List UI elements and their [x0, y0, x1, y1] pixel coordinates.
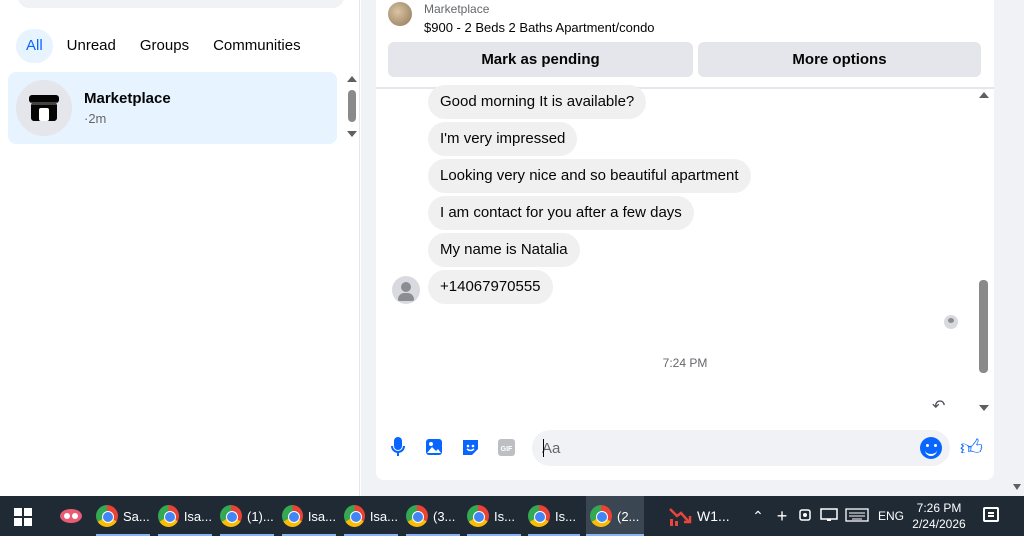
taskbar-chrome-window[interactable]: Is...	[467, 496, 521, 536]
chrome-icon	[406, 505, 428, 527]
chrome-icon	[590, 505, 612, 527]
listing-source: Marketplace	[424, 2, 490, 16]
chrome-icon	[282, 505, 303, 527]
taskbar-chrome-window-active[interactable]: (2...	[586, 496, 644, 536]
filter-unread[interactable]: Unread	[57, 29, 126, 63]
page-scroll-down-arrow-icon[interactable]	[1013, 484, 1021, 490]
emoji-icon[interactable]	[920, 437, 942, 459]
scroll-down-arrow-icon[interactable]	[347, 131, 357, 137]
display-icon[interactable]	[816, 507, 842, 525]
conversation-item-marketplace[interactable]: Marketplace ·2m	[8, 72, 337, 144]
chat-scrollbar[interactable]	[976, 90, 992, 420]
message-bubble[interactable]: Good morning It is available?	[428, 85, 647, 119]
stock-down-icon	[669, 508, 692, 526]
chevron-up-icon[interactable]: ⌃	[748, 508, 768, 525]
message-timestamp: 7:24 PM	[662, 356, 708, 370]
filter-all[interactable]: All	[16, 29, 53, 63]
taskbar-chrome-window[interactable]: Isa...	[282, 496, 336, 536]
plus-icon[interactable]: +	[770, 506, 794, 527]
listing-thumbnail[interactable]	[388, 2, 412, 26]
clock-time: 7:26 PM	[916, 501, 962, 515]
message-input[interactable]	[542, 430, 902, 466]
svg-text:GIF: GIF	[500, 446, 512, 453]
chat-panel: Marketplace $900 - 2 Beds 2 Baths Apartm…	[361, 0, 1024, 496]
search-bar[interactable]	[18, 0, 344, 8]
message-input-wrapper[interactable]	[532, 430, 950, 466]
more-options-button[interactable]: More options	[698, 42, 981, 77]
marketplace-avatar	[16, 80, 72, 136]
windows-taskbar: Sa... Isa... (1)... Isa... Isa... (3... …	[0, 496, 1024, 536]
chrome-icon	[467, 505, 489, 527]
chrome-icon	[528, 505, 550, 527]
list-scrollbar[interactable]	[344, 72, 360, 144]
filter-groups[interactable]: Groups	[130, 29, 199, 63]
message-bubble[interactable]: +14067970555	[428, 270, 553, 304]
message-bubble[interactable]: Looking very nice and so beautiful apart…	[428, 159, 751, 193]
clock-date: 2/24/2026	[912, 517, 966, 531]
chat-window: Marketplace $900 - 2 Beds 2 Baths Apartm…	[376, 0, 994, 480]
system-tray: ⌃ + ENG	[748, 496, 904, 536]
scroll-thumb[interactable]	[979, 280, 988, 373]
taskbar-chrome-window[interactable]: Isa...	[158, 496, 212, 536]
scroll-up-arrow-icon[interactable]	[347, 76, 357, 82]
conversation-name: Marketplace	[84, 90, 171, 107]
snipping-tool-icon[interactable]	[58, 496, 84, 536]
photo-icon[interactable]	[423, 436, 445, 458]
scroll-down-arrow-icon[interactable]	[979, 405, 989, 411]
windows-start-icon[interactable]	[14, 508, 32, 526]
filter-communities[interactable]: Communities	[203, 29, 311, 63]
keyboard-icon[interactable]	[842, 507, 872, 525]
language-indicator[interactable]: ENG	[878, 509, 904, 523]
gif-icon[interactable]: GIF	[495, 436, 517, 458]
scroll-thumb[interactable]	[348, 90, 356, 122]
message-list: Good morning It is available? I'm very i…	[376, 85, 994, 420]
taskbar-chrome-window[interactable]: Sa...	[96, 496, 150, 536]
seen-indicator-avatar	[944, 315, 958, 329]
chrome-icon	[344, 505, 365, 527]
chrome-icon	[158, 505, 179, 527]
mark-as-pending-button[interactable]: Mark as pending	[388, 42, 693, 77]
filter-chips: All Unread Groups Communities	[16, 29, 311, 63]
message-bubble[interactable]: I am contact for you after a few days	[428, 196, 694, 230]
taskbar-chrome-window[interactable]: (3...	[406, 496, 460, 536]
taskbar-chrome-window[interactable]: Isa...	[344, 496, 398, 536]
reply-icon[interactable]: ↶	[932, 396, 945, 416]
conversation-time: ·2m	[84, 111, 107, 126]
taskbar-stock-widget[interactable]: W1...	[668, 496, 730, 536]
scroll-up-arrow-icon[interactable]	[979, 92, 989, 98]
microphone-icon[interactable]	[387, 436, 409, 458]
system-clock[interactable]: 7:26 PM 2/24/2026	[906, 500, 972, 532]
meet-now-icon[interactable]	[794, 507, 816, 526]
message-bubble[interactable]: My name is Natalia	[428, 233, 580, 267]
conversation-list-panel: All Unread Groups Communities Marketplac…	[0, 0, 360, 496]
storefront-icon	[29, 95, 59, 121]
listing-title[interactable]: $900 - 2 Beds 2 Baths Apartment/condo	[424, 20, 655, 35]
sender-avatar[interactable]	[392, 276, 420, 304]
chrome-icon	[220, 505, 242, 527]
taskbar-chrome-window[interactable]: Is...	[528, 496, 580, 536]
chrome-icon	[96, 505, 118, 527]
message-bubble[interactable]: I'm very impressed	[428, 122, 578, 156]
text-cursor	[543, 439, 544, 457]
notifications-icon[interactable]	[983, 507, 999, 522]
message-composer: GIF 👍︎	[376, 426, 994, 470]
taskbar-chrome-window[interactable]: (1)...	[220, 496, 274, 536]
sticker-icon[interactable]	[459, 436, 481, 458]
thumbs-up-icon[interactable]: 👍︎	[960, 434, 983, 461]
